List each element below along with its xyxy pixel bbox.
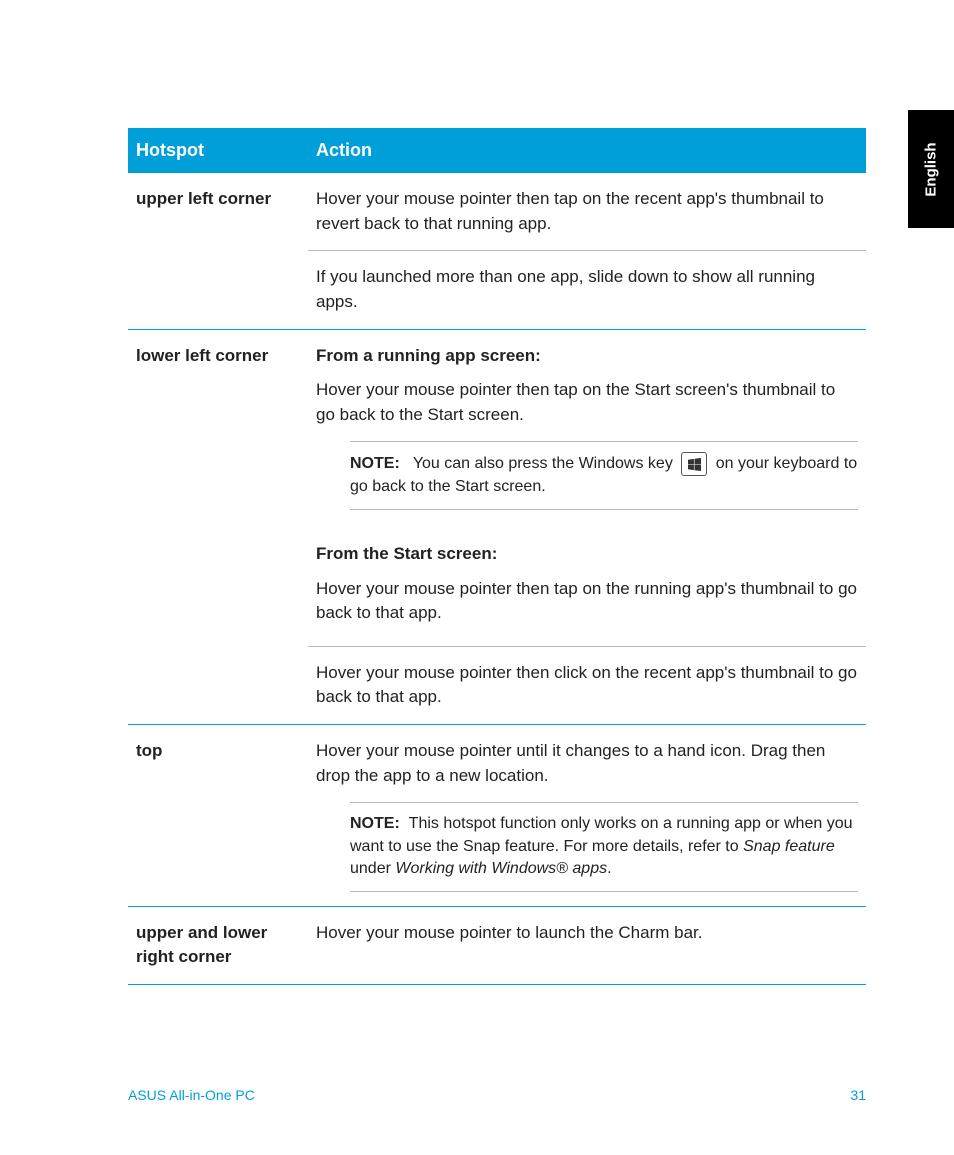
sub2-head: From the Start screen: [316,542,858,567]
language-tab: English [908,110,954,228]
note2-t2: under [350,860,395,877]
note2-t3: . [607,860,611,877]
note2-i2: Working with Windows® apps [395,860,607,877]
row-upper-left-action1: Hover your mouse pointer then tap on the… [308,173,866,251]
hotspot-table: Hotspot Action upper left corner Hover y… [128,128,866,985]
header-action: Action [308,128,866,173]
page-footer: ASUS All-in-One PC 31 [128,1087,866,1103]
row-upper-left-name: upper left corner [128,173,308,251]
row-right-name: upper and lower right corner [128,906,308,984]
windows-key-icon [681,452,707,476]
row-right-action: Hover your mouse pointer to launch the C… [308,906,866,984]
sub1-text: Hover your mouse pointer then tap on the… [316,378,858,427]
language-label: English [923,142,940,196]
note1-before: You can also press the Windows key [413,456,673,473]
row-top-action: Hover your mouse pointer until it change… [316,739,858,788]
note2-box: NOTE: This hotspot function only works o… [350,802,858,891]
note1-label: NOTE: [350,456,400,473]
row-lower-left-cell2: From the Start screen: Hover your mouse … [308,524,866,646]
row-top-name: top [128,725,308,906]
page-content: Hotspot Action upper left corner Hover y… [0,0,954,985]
sub2-text2: Hover your mouse pointer then click on t… [308,646,866,724]
footer-page: 31 [850,1087,866,1103]
sub2-text1: Hover your mouse pointer then tap on the… [316,577,858,626]
note2-label: NOTE: [350,815,400,832]
note1-box: NOTE: You can also press the Windows key… [350,441,858,509]
row-lower-left-name: lower left corner [128,329,308,524]
row-top-cell: Hover your mouse pointer until it change… [308,725,866,906]
note2-i1: Snap feature [743,838,835,855]
row-lower-left-cell1: From a running app screen: Hover your mo… [308,329,866,524]
header-hotspot: Hotspot [128,128,308,173]
row-upper-left-action2: If you launched more than one app, slide… [308,251,866,329]
sub1-head: From a running app screen: [316,344,858,369]
footer-product: ASUS All-in-One PC [128,1087,255,1103]
